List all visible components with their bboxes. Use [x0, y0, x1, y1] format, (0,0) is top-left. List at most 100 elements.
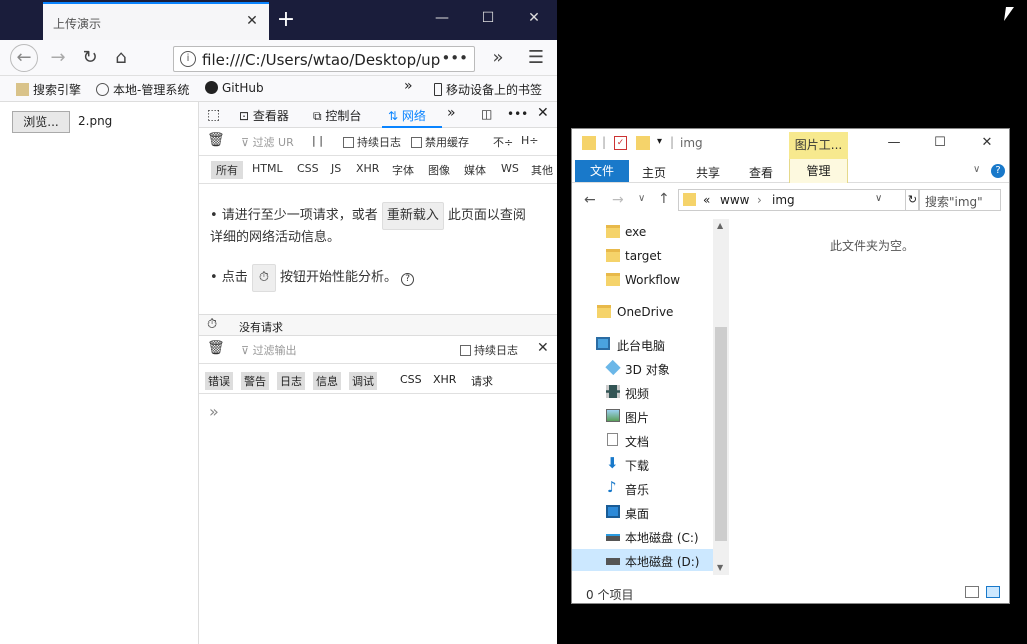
picture-tools-tab[interactable]: 图片工... [789, 132, 848, 159]
filter-urls-input[interactable]: ⊽ 过滤 UR [241, 134, 294, 150]
address-bar[interactable]: « www › img ∨ [678, 189, 906, 211]
up-button[interactable]: ↑ [658, 191, 670, 207]
bookmark-search-engine[interactable]: 搜索引擎 [16, 81, 81, 98]
clear-icon[interactable]: 🗑 [207, 132, 225, 148]
bookmark-local-admin[interactable]: 本地-管理系统 [96, 81, 189, 98]
forward-button[interactable]: → [612, 192, 624, 208]
element-picker-icon[interactable]: ⬚ [207, 107, 220, 123]
filter-js[interactable]: JS [331, 162, 341, 175]
home-icon[interactable]: ⌂ [107, 45, 135, 71]
tree-item-documents[interactable]: 文档 [572, 429, 713, 451]
disable-cache-checkbox[interactable]: 禁用缓存 [411, 134, 469, 150]
url-bar[interactable]: i file:///C:/Users/wtao/Desktop/up ••• [173, 46, 475, 72]
quick-access-dropdown[interactable]: ▾ [657, 136, 662, 147]
scroll-up-icon[interactable]: ▲ [717, 221, 723, 230]
close-devtools-icon[interactable]: ✕ [537, 105, 549, 121]
filter-requests[interactable]: 请求 [468, 372, 496, 390]
filter-fonts[interactable]: 字体 [392, 162, 414, 178]
close-tab-icon[interactable]: ✕ [243, 12, 261, 30]
tree-item-onedrive[interactable]: OneDrive [572, 301, 713, 323]
tab-network[interactable]: ⇅ 网络 [388, 107, 426, 124]
new-tab-button[interactable]: + [274, 6, 298, 34]
search-input[interactable]: 搜索"img" [918, 189, 1001, 211]
stopwatch-icon[interactable]: ⏱ [207, 317, 217, 332]
tree-item-target[interactable]: target [572, 245, 713, 267]
address-dropdown[interactable]: ∨ [875, 193, 882, 204]
tree-item-drive-c[interactable]: 本地磁盘 (C:) [572, 525, 713, 547]
tree-item-workflow[interactable]: Workflow [572, 269, 713, 291]
throttle-select[interactable]: 不÷ [493, 134, 513, 150]
help-icon[interactable]: ? [991, 164, 1005, 178]
clear-console-icon[interactable]: 🗑 [207, 340, 225, 356]
back-button[interactable]: ← [10, 44, 38, 72]
recent-locations-button[interactable]: ∨ [638, 193, 645, 204]
bookmark-github[interactable]: GitHub [205, 81, 264, 95]
level-debug[interactable]: 调试 [349, 372, 377, 390]
tab-console[interactable]: ⧉ 控制台 [313, 107, 361, 124]
filter-ws[interactable]: WS [501, 162, 519, 175]
minimize-button[interactable]: — [884, 135, 904, 150]
filter-all[interactable]: 所有 [211, 161, 243, 179]
level-info[interactable]: 信息 [313, 372, 341, 390]
tab-file[interactable]: 文件 [575, 160, 629, 182]
filter-output-input[interactable]: ⊽ 过滤输出 [241, 342, 297, 358]
back-button[interactable]: ← [584, 192, 596, 208]
tab-share[interactable]: 共享 [696, 164, 720, 181]
breadcrumb-overflow[interactable]: « [703, 193, 710, 207]
options-icon[interactable]: ••• [507, 107, 528, 121]
tab-home[interactable]: 主页 [642, 164, 666, 181]
tree-item-this-pc[interactable]: 此台电脑 [572, 333, 713, 355]
level-log[interactable]: 日志 [277, 372, 305, 390]
filter-xhr-messages[interactable]: XHR [430, 372, 459, 387]
level-error[interactable]: 错误 [205, 372, 233, 390]
filter-css[interactable]: CSS [297, 162, 319, 175]
tree-item-exe[interactable]: exe [572, 221, 713, 243]
maximize-button[interactable]: ☐ [930, 135, 950, 150]
level-warn[interactable]: 警告 [241, 372, 269, 390]
details-view-icon[interactable] [965, 586, 979, 598]
filter-xhr[interactable]: XHR [356, 162, 379, 175]
reload-button[interactable]: ↻ [76, 45, 104, 71]
bookmarks-overflow-button[interactable]: » [404, 78, 413, 94]
tab-inspector[interactable]: ⊡ 查看器 [239, 107, 289, 124]
filter-html[interactable]: HTML [252, 162, 283, 175]
persist-logs-checkbox[interactable]: 持续日志 [343, 134, 401, 150]
tree-item-pictures[interactable]: 图片 [572, 405, 713, 427]
dock-icon[interactable]: ◫ [481, 107, 492, 121]
info-icon[interactable]: i [180, 51, 196, 67]
tab-view[interactable]: 查看 [749, 164, 773, 181]
filter-other[interactable]: 其他 [531, 162, 553, 178]
tree-item-3d-objects[interactable]: 3D 对象 [572, 357, 713, 379]
new-folder-icon[interactable] [636, 136, 650, 150]
maximize-button[interactable]: ☐ [476, 10, 500, 30]
scrollbar-thumb[interactable] [715, 327, 727, 541]
console-input[interactable]: » [209, 402, 219, 421]
close-window-button[interactable]: ✕ [522, 10, 546, 30]
breadcrumb-separator[interactable]: › [757, 193, 762, 207]
overflow-menu-button[interactable]: » [484, 45, 512, 71]
hamburger-menu-icon[interactable]: ☰ [522, 45, 550, 71]
breadcrumb-www[interactable]: www [720, 193, 749, 207]
close-button[interactable]: ✕ [977, 135, 997, 150]
more-tools-button[interactable]: » [447, 105, 456, 121]
forward-button[interactable]: → [44, 45, 72, 71]
breadcrumb-img[interactable]: img [772, 193, 795, 207]
stopwatch-button[interactable]: ⏱ [251, 264, 276, 292]
properties-icon[interactable]: ✓ [614, 136, 627, 150]
bookmark-mobile[interactable]: 移动设备上的书签 [434, 81, 542, 98]
browser-tab[interactable]: 上传演示 ✕ [43, 2, 269, 40]
pause-button[interactable]: | | [312, 134, 323, 147]
tree-item-videos[interactable]: 视频 [572, 381, 713, 403]
filter-media[interactable]: 媒体 [464, 162, 486, 178]
large-icons-view-icon[interactable] [986, 586, 1000, 598]
tree-item-desktop[interactable]: 桌面 [572, 501, 713, 523]
har-menu[interactable]: H÷ [521, 134, 539, 147]
tree-item-music[interactable]: ♪ 音乐 [572, 477, 713, 499]
tree-item-downloads[interactable]: ⬇ 下载 [572, 453, 713, 475]
expand-ribbon-icon[interactable]: ∨ [973, 164, 980, 175]
close-console-icon[interactable]: ✕ [537, 340, 549, 356]
minimize-button[interactable]: — [430, 10, 454, 30]
help-icon[interactable]: ? [401, 273, 415, 286]
tab-manage[interactable]: 管理 [789, 159, 848, 183]
page-actions-button[interactable]: ••• [441, 49, 468, 67]
